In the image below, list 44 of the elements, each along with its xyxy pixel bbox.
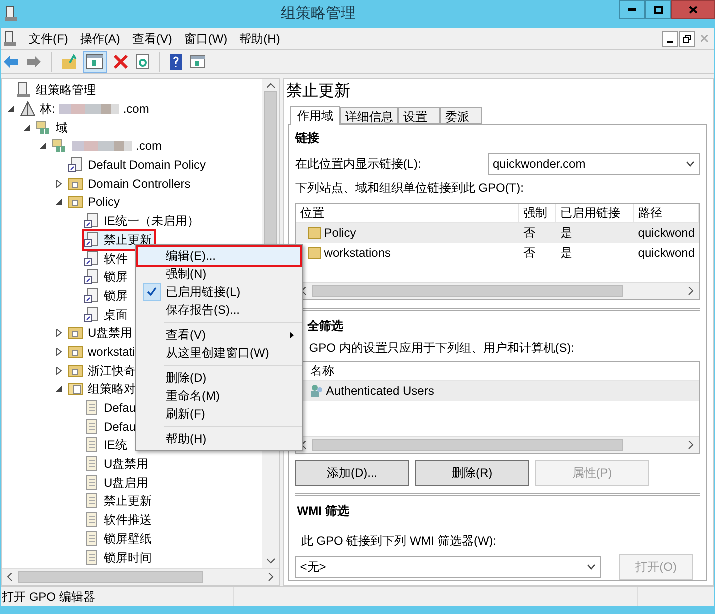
field-label: 在此位置内显示链接(L): xyxy=(295,156,422,173)
section-heading: WMI 筛选 xyxy=(296,503,350,520)
table-cell-text: 是 xyxy=(559,225,574,242)
tree-item-label: U盘禁用 xyxy=(88,325,133,342)
tree-item-label: Domain Controllers xyxy=(88,176,191,193)
section-heading: 全筛选 xyxy=(307,318,344,336)
field-label: 下列站点、域和组织单位链接到此 GPO(T): xyxy=(295,180,525,197)
tree-item-label: 浙江快奇 xyxy=(88,362,136,380)
tree-item-label: 域 xyxy=(56,120,68,137)
tree-item-label: IE统一（未启用） xyxy=(104,213,200,230)
table-cell-text: quickwond xyxy=(637,225,696,242)
status-text: 打开 GPO 编辑器 xyxy=(1,588,96,606)
tree-item-label: 桌面 xyxy=(104,306,128,324)
field-label: 此 GPO 链接到下列 WMI 筛选器(W): xyxy=(300,533,498,550)
field-label: GPO 内的设置只应用于下列组、用户和计算机(S): xyxy=(308,340,576,358)
table-cell: Policy xyxy=(296,224,520,242)
tree-item-label: 组策略管理 xyxy=(36,82,96,100)
tree-item-label: 锁屏 xyxy=(104,269,128,286)
tree-item-label: 软件推送 xyxy=(104,512,152,530)
tree-item-label: 锁屏时间 xyxy=(104,550,152,567)
table-cell-text: 是 xyxy=(559,245,574,262)
tree-item-label: U盘启用 xyxy=(104,474,149,492)
section-heading: 链接 xyxy=(295,130,320,147)
table-cell-text: 否 xyxy=(522,225,536,242)
tree-item-label: 锁屏壁纸 xyxy=(104,530,152,548)
tree-item-label: IE统 xyxy=(104,437,128,454)
table-cell-text: quickwond xyxy=(637,245,696,262)
tree-item-label: 组策略对 xyxy=(88,381,136,398)
tree-item-label: 软件 xyxy=(104,250,128,268)
tree-item-label: 林: xyxy=(40,101,56,118)
window-title: 组策略管理 xyxy=(280,4,357,24)
tree-item-label: Policy xyxy=(88,194,120,212)
tree-item-label: 禁止更新 xyxy=(104,493,152,510)
tree-item-label: Defau xyxy=(104,418,136,436)
tree-item-label: Default Domain Policy xyxy=(88,157,206,174)
tree-item-suffix: .com xyxy=(123,101,150,118)
tree-item-suffix: .com xyxy=(136,138,162,156)
tree-item-label: U盘禁用 xyxy=(104,456,149,474)
tree-item-label: Defau xyxy=(104,400,136,418)
tree-item-label: workstati xyxy=(88,344,136,361)
table-cell-text: 否 xyxy=(522,245,536,262)
table-cell-text: Authenticated Users xyxy=(326,383,434,400)
details-title: 禁止更新 xyxy=(285,82,352,102)
tree-item-label: 锁屏 xyxy=(104,288,128,305)
